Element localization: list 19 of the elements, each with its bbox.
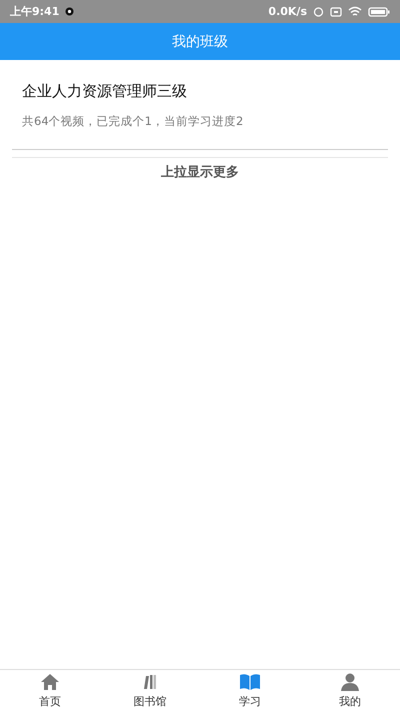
alarm-icon — [313, 6, 324, 17]
page-title: 我的班级 — [172, 32, 228, 50]
sim-icon — [330, 6, 342, 16]
books-icon — [143, 673, 157, 691]
nav-tab[interactable]: 图书馆 — [100, 670, 200, 711]
nav-tab[interactable]: 我的 — [300, 670, 400, 711]
load-more-hint: 上拉显示更多 — [161, 164, 239, 181]
notification-icon — [65, 7, 74, 16]
network-speed: 0.0K/s — [268, 5, 307, 18]
home-icon — [40, 673, 60, 691]
open-book-icon — [239, 673, 261, 691]
course-title[interactable]: 企业人力资源管理师三级 — [22, 82, 378, 101]
nav-tab[interactable]: 首页 — [0, 670, 100, 711]
wifi-icon — [348, 6, 362, 17]
clock: 上午9:41 — [10, 4, 60, 19]
person-icon — [341, 673, 359, 691]
nav-tab[interactable]: 学习 — [200, 670, 300, 711]
course-progress-summary: 共64个视频，已完成个1，当前学习进度2 — [22, 114, 244, 129]
battery-icon — [368, 6, 390, 16]
